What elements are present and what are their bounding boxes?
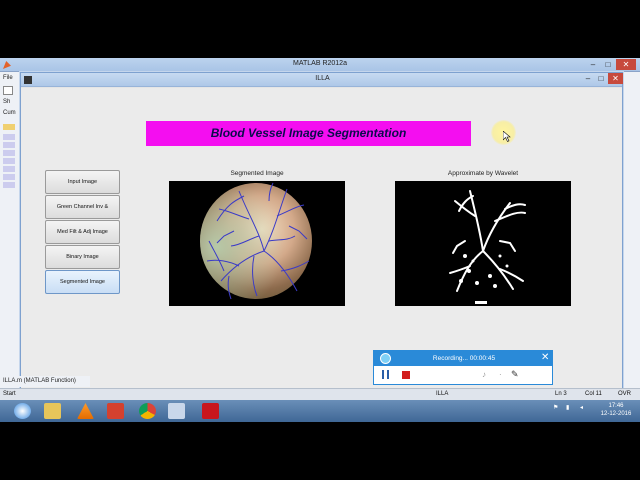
explorer-icon[interactable] [44,403,61,419]
figure-minimize-icon[interactable]: – [582,74,594,84]
file-icon[interactable] [3,174,15,180]
matlab-left-panel: File Sh Cum [0,72,22,402]
mouse-cursor-icon [503,131,511,142]
segmented-image-label: Segmented Image [230,170,284,177]
pen-icon[interactable]: ✎ [511,369,519,380]
microphone-icon[interactable]: ♪ [482,370,486,379]
segmented-image-button[interactable]: Segmented Image [45,270,120,294]
status-col: Col 11 [585,391,602,397]
pdf-icon[interactable] [202,403,219,419]
folder-icon[interactable] [3,124,15,130]
current-folder-label: Cum [3,110,16,116]
binary-image-button[interactable]: Binary Image [45,245,120,269]
chrome-icon[interactable] [139,403,156,419]
figure-close-icon[interactable]: ✕ [608,73,623,84]
figure-window: ILLA – □ ✕ Blood Vessel Image Segmentati… [20,72,623,390]
file-icon[interactable] [3,150,15,156]
tray-flag-icon[interactable]: ⚑ [553,404,558,411]
input-image-button[interactable]: Input Image [45,170,120,194]
status-mode: OVR [618,391,632,397]
stop-icon[interactable] [402,371,410,379]
shortcuts-label: Sh [3,99,11,105]
tray-network-icon[interactable]: ▮ [566,404,569,411]
figure-body: Blood Vessel Image Segmentation Input Im… [21,88,622,389]
maximize-icon[interactable]: □ [601,59,615,70]
recording-widget: Recording... 00:00:45 ✕ ♪ · ✎ [373,350,553,385]
green-channel-button[interactable]: Green Channel Inv & Enhance [45,195,120,232]
figure-titlebar: ILLA – □ ✕ [21,73,623,87]
recorder-close-icon[interactable]: ✕ [541,352,549,364]
file-icon[interactable] [3,142,15,148]
segmented-image-axes [169,181,345,306]
headline-banner: Blood Vessel Image Segmentation [146,121,471,146]
figure-maximize-icon[interactable]: □ [595,74,607,84]
recording-controls: ♪ · ✎ [374,366,552,384]
tray-volume-icon[interactable]: ◂ [580,404,583,411]
file-menu[interactable]: File [3,75,13,81]
wavelet-image-axes [395,181,571,306]
media-player-icon[interactable] [107,403,124,419]
retina-segmented-image [200,182,312,300]
matlab-titlebar: MATLAB R2012a – □ ✕ [0,58,640,72]
status-ln: Ln 3 [555,391,567,397]
separator-icon: · [499,370,502,379]
taskbar-clock[interactable]: 17:46 12-12-2016 [596,402,636,418]
status-file: ILLA [436,391,449,397]
med-filt-button[interactable]: Med Filt & Adj Image [45,220,120,244]
file-icon[interactable] [3,134,15,140]
close-icon[interactable]: ✕ [616,59,636,70]
matlab-title: MATLAB R2012a [293,60,347,67]
letterbox-bottom [0,422,640,480]
taskbar: ⚑ ▮ ◂ 17:46 12-12-2016 [0,400,640,422]
status-bar: Start ILLA Ln 3 Col 11 OVR [0,388,640,400]
recording-header: Recording... 00:00:45 ✕ [374,351,552,366]
new-file-icon[interactable] [3,86,13,95]
file-icon[interactable] [3,182,15,188]
pause-icon[interactable] [382,370,389,379]
clock-date: 12-12-2016 [600,411,632,417]
letterbox-top [0,0,640,58]
start-label[interactable]: Start [3,391,16,397]
recording-status: Recording... 00:00:45 [432,355,496,362]
matlab-taskbar-icon[interactable] [168,403,185,419]
clock-time: 17:46 [608,403,624,409]
file-icon[interactable] [3,166,15,172]
figure-title: ILLA [315,75,330,82]
minimize-icon[interactable]: – [586,59,600,70]
file-list-item[interactable]: ILLA.m (MATLAB Function) [0,376,90,387]
file-icon[interactable] [3,158,15,164]
vlc-icon[interactable] [77,403,94,419]
ie-icon[interactable] [14,403,31,419]
wavelet-binary-image [449,190,526,304]
matlab-right-panel [622,72,640,402]
wavelet-image-label: Approximate by Wavelet [447,170,519,177]
